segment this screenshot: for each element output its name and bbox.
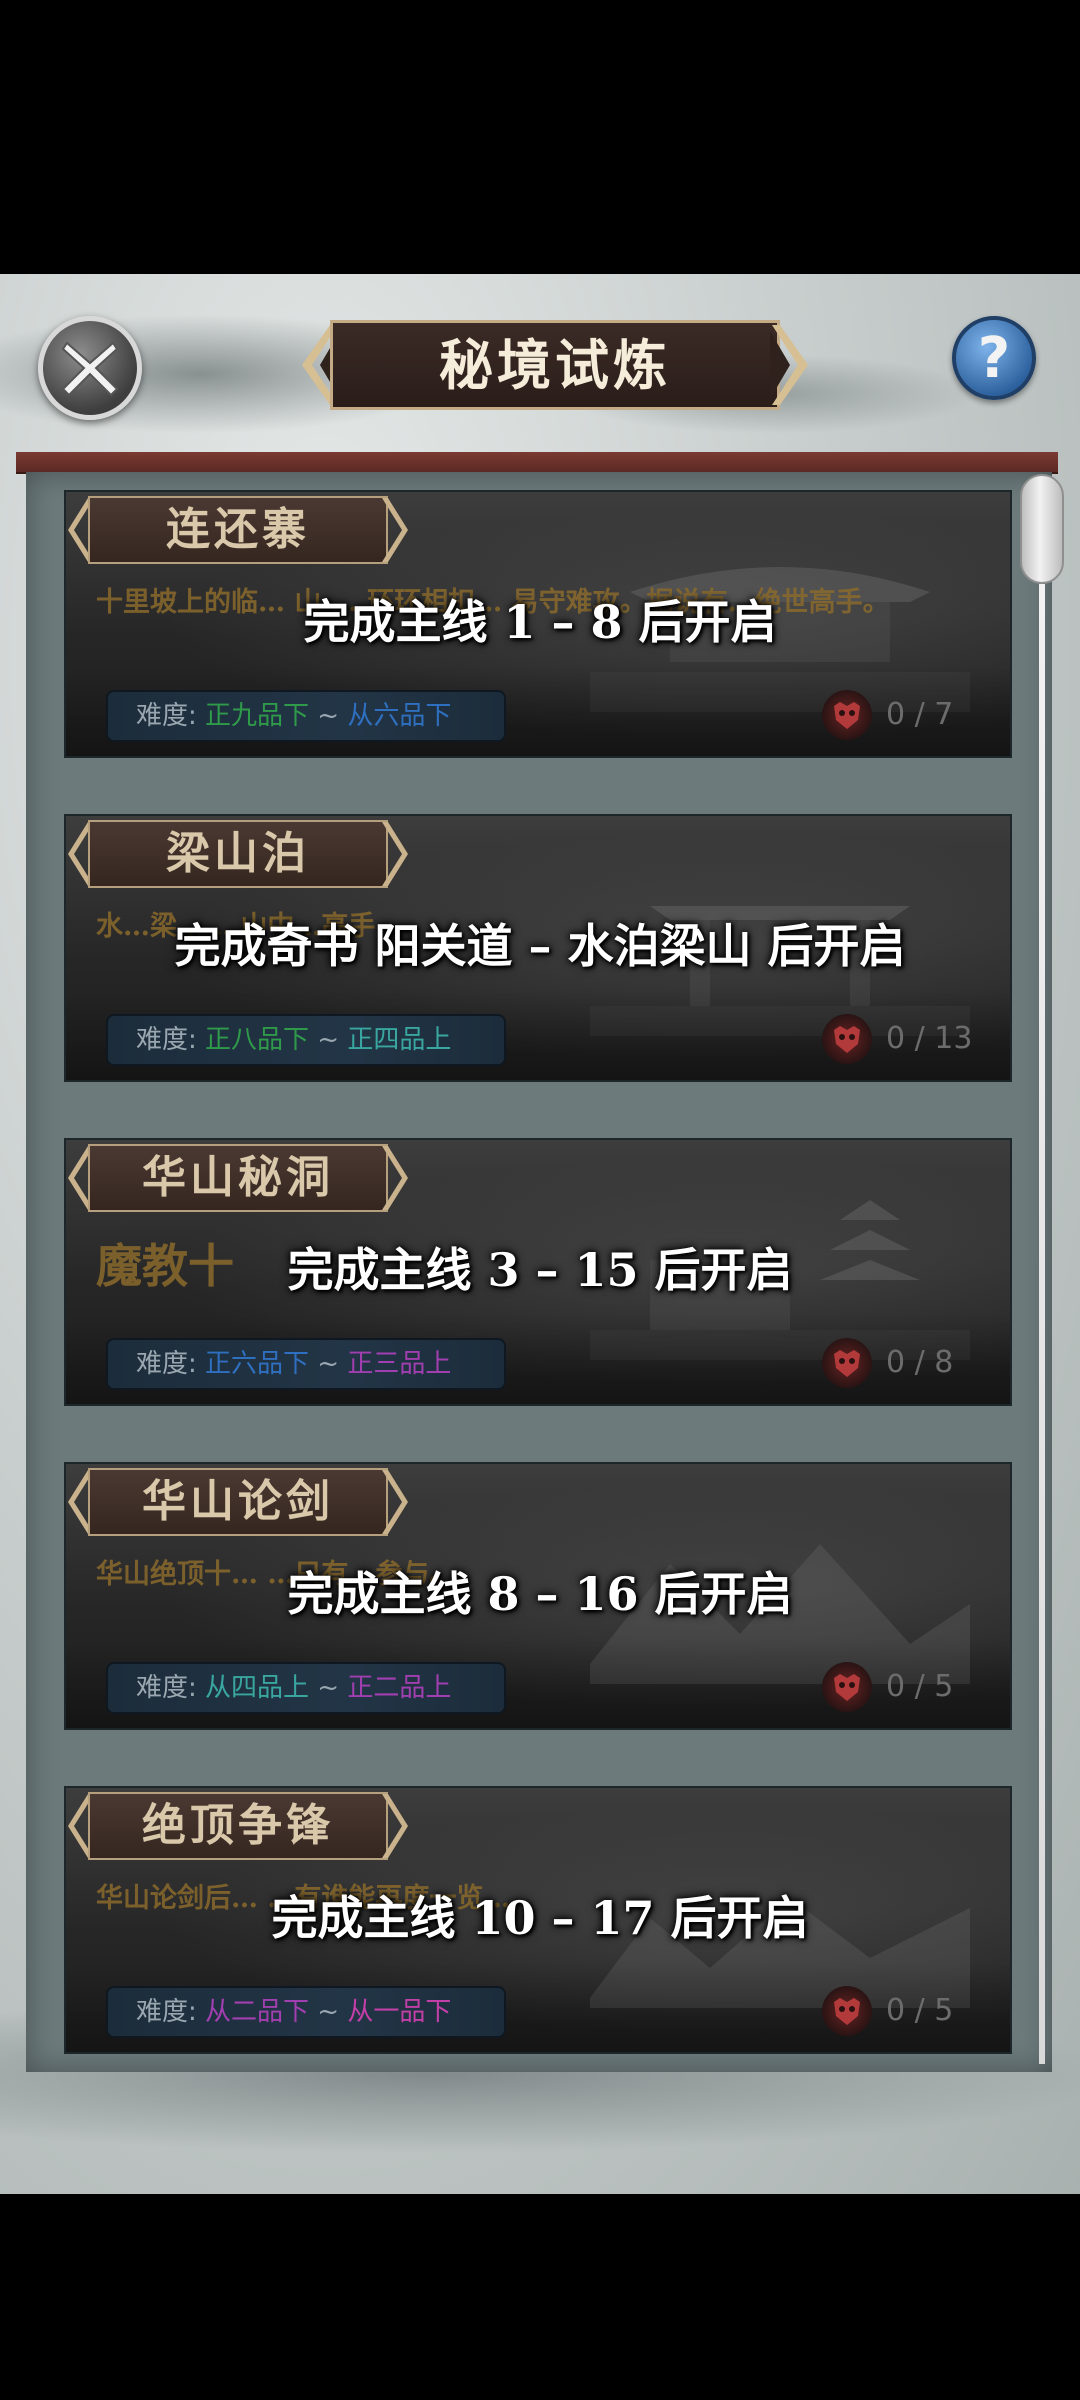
trial-card-huashan-lunjian[interactable]: 华山论剑 华山绝顶十… …只有…参与。 难度: 从四品上 ~ 正二品上 0 / … <box>64 1462 1012 1730</box>
close-icon <box>61 341 119 397</box>
demon-mask-icon <box>822 1014 872 1064</box>
scrollbar-thumb[interactable] <box>1020 474 1064 584</box>
banner-cap-right-icon <box>382 1794 408 1858</box>
trial-card-huashan-cave[interactable]: 华山秘洞 魔教十 难度: 正六品下 ~ 正三品上 0 / 8 完成主线 3 – … <box>64 1138 1012 1406</box>
unlock-requirement: 完成主线 10 – 17 后开启 <box>271 1891 809 1945</box>
difficulty-separator: ~ <box>309 1349 348 1379</box>
difficulty-separator: ~ <box>309 701 348 731</box>
card-title: 梁山泊 <box>166 828 310 879</box>
page-title: 秘境试炼 <box>439 333 671 397</box>
difficulty-label: 难度: <box>136 1349 197 1379</box>
banner-cap-right-icon <box>382 1146 408 1210</box>
question-mark-icon: ? <box>977 325 1011 391</box>
difficulty-separator: ~ <box>309 1025 348 1055</box>
card-title-banner: 绝顶争锋 <box>66 1788 414 1864</box>
difficulty-from: 从四品上 <box>205 1673 310 1703</box>
trial-screen: 秘境试炼 ? 连还寨 十里坡上的临… 山 … 环环相扣… 易守难攻。据说有…绝世… <box>0 274 1080 2194</box>
progress-count: 0 / 7 <box>886 697 954 732</box>
difficulty-label: 难度: <box>136 1025 197 1055</box>
trial-card-liangshanpo[interactable]: 梁山泊 水…梁… …山中…高手 难度: 正八品下 ~ 正四品上 0 / 13 完… <box>64 814 1012 1082</box>
title-banner: 秘境试炼 <box>290 320 820 410</box>
difficulty-badge: 难度: 正六品下 ~ 正三品上 <box>106 1338 506 1390</box>
unlock-requirement: 完成主线 8 – 16 后开启 <box>287 1567 793 1621</box>
trial-card-jueding-zhengfeng[interactable]: 绝顶争锋 华山论剑后… …有谁能再度一览… 难度: 从二品下 ~ 从一品下 0 … <box>64 1786 1012 2054</box>
unlock-requirement: 完成主线 1 – 8 后开启 <box>303 595 777 649</box>
banner-cap-right-icon <box>382 822 408 886</box>
demon-mask-icon <box>822 690 872 740</box>
progress-count: 0 / 5 <box>886 1993 954 2028</box>
difficulty-badge: 难度: 从四品上 ~ 正二品上 <box>106 1662 506 1714</box>
card-title: 绝顶争锋 <box>142 1800 334 1851</box>
help-button[interactable]: ? <box>952 316 1036 400</box>
progress-count: 0 / 13 <box>886 1021 973 1056</box>
difficulty-from: 正六品下 <box>205 1349 310 1379</box>
banner-cap-right-icon <box>382 498 408 562</box>
unlock-requirement: 完成主线 3 – 15 后开启 <box>287 1243 793 1297</box>
scrollbar-track[interactable] <box>1039 584 1045 2064</box>
difficulty-to: 从一品下 <box>347 1997 452 2027</box>
banner-cap-right-icon <box>382 1470 408 1534</box>
difficulty-to: 正四品上 <box>347 1025 452 1055</box>
difficulty-to: 正二品上 <box>347 1673 452 1703</box>
card-title-banner: 梁山泊 <box>66 816 414 892</box>
card-title-banner: 华山论剑 <box>66 1464 414 1540</box>
card-title-banner: 华山秘洞 <box>66 1140 414 1216</box>
difficulty-from: 正九品下 <box>205 701 310 731</box>
progress-count: 0 / 5 <box>886 1669 954 1704</box>
difficulty-from: 正八品下 <box>205 1025 310 1055</box>
difficulty-badge: 难度: 从二品下 ~ 从一品下 <box>106 1986 506 2038</box>
banner-cap-right-icon <box>770 325 808 405</box>
difficulty-label: 难度: <box>136 701 197 731</box>
progress-count: 0 / 8 <box>886 1345 954 1380</box>
difficulty-label: 难度: <box>136 1997 197 2027</box>
difficulty-badge: 难度: 正九品下 ~ 从六品下 <box>106 690 506 742</box>
demon-mask-icon <box>822 1338 872 1388</box>
difficulty-to: 从六品下 <box>347 701 452 731</box>
demon-mask-icon <box>822 1662 872 1712</box>
trial-card-lianhuanzhai[interactable]: 连还寨 十里坡上的临… 山 … 环环相扣… 易守难攻。据说有…绝世高手。 难度:… <box>64 490 1012 758</box>
difficulty-separator: ~ <box>309 1997 348 2027</box>
demon-mask-icon <box>822 1986 872 2036</box>
card-title: 连还寨 <box>166 504 310 555</box>
card-title-banner: 连还寨 <box>66 492 414 568</box>
difficulty-label: 难度: <box>136 1673 197 1703</box>
difficulty-badge: 难度: 正八品下 ~ 正四品上 <box>106 1014 506 1066</box>
close-button[interactable] <box>38 316 142 420</box>
card-title: 华山论剑 <box>142 1476 334 1527</box>
difficulty-from: 从二品下 <box>205 1997 310 2027</box>
difficulty-to: 正三品上 <box>347 1349 452 1379</box>
card-title: 华山秘洞 <box>142 1152 334 1203</box>
unlock-requirement: 完成奇书 阳关道 – 水泊梁山 后开启 <box>174 919 906 973</box>
difficulty-separator: ~ <box>309 1673 348 1703</box>
board-top-rail <box>16 452 1058 474</box>
